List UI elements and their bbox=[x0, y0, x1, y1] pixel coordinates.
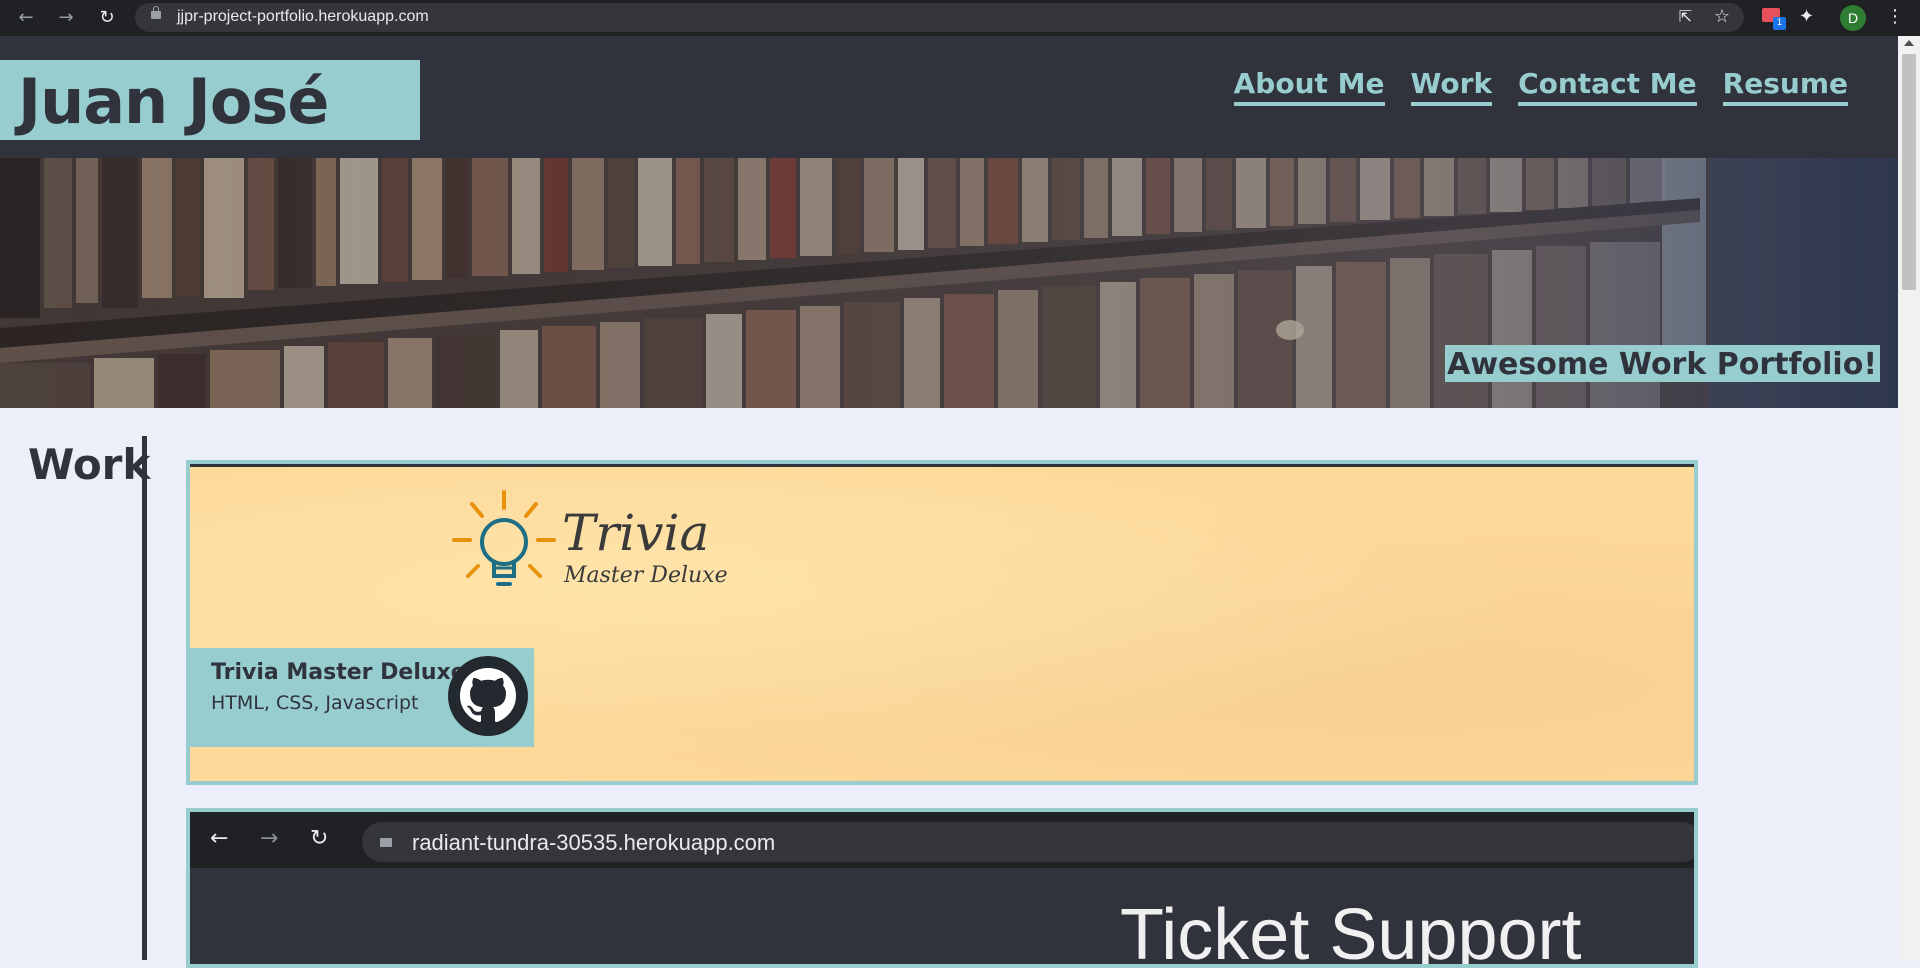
browser-toolbar: ← → ↻ jjpr-project-portfolio.herokuapp.c… bbox=[0, 0, 1920, 36]
extension-badge: 1 bbox=[1773, 17, 1786, 30]
preview-address-bar: radiant-tundra-30535.herokuapp.com bbox=[362, 822, 1694, 862]
star-icon[interactable]: ☆ bbox=[1714, 6, 1730, 27]
trivia-logo: Trivia Master Deluxe bbox=[452, 490, 728, 588]
hero-banner: Awesome Work Portfolio! bbox=[0, 158, 1898, 408]
site-header: Juan José Paz About Me Work Contact Me R… bbox=[0, 36, 1898, 211]
project-card-ticket-support[interactable]: ← → ↻ radiant-tundra-30535.herokuapp.com… bbox=[186, 808, 1698, 968]
project-tech: HTML, CSS, Javascript bbox=[211, 692, 419, 714]
lightbulb-icon bbox=[452, 490, 556, 586]
profile-avatar[interactable]: D bbox=[1840, 5, 1866, 31]
puzzle-icon[interactable]: ✦ bbox=[1799, 6, 1814, 27]
page-scrollbar[interactable] bbox=[1898, 36, 1920, 960]
work-section-title: Work bbox=[28, 440, 151, 489]
nav-link-contact[interactable]: Contact Me bbox=[1518, 66, 1697, 106]
preview-browser-toolbar: ← → ↻ radiant-tundra-30535.herokuapp.com bbox=[190, 812, 1694, 868]
forward-icon[interactable]: → bbox=[54, 6, 78, 30]
nav-link-resume[interactable]: Resume bbox=[1722, 66, 1848, 106]
extension-icon[interactable]: 1 bbox=[1762, 8, 1786, 30]
share-icon[interactable]: ⇱ bbox=[1679, 7, 1692, 26]
project-card-trivia[interactable]: Trivia Master Deluxe Trivia Master Delux… bbox=[186, 460, 1698, 785]
preview-back-icon: ← bbox=[210, 826, 229, 851]
preview-reload-icon: ↻ bbox=[310, 826, 329, 851]
preview-title: Ticket Support bbox=[1120, 895, 1582, 968]
back-icon[interactable]: ← bbox=[14, 6, 38, 30]
hero-tagline: Awesome Work Portfolio! bbox=[1445, 345, 1880, 382]
nav-link-about[interactable]: About Me bbox=[1233, 66, 1385, 106]
preview-forward-icon: → bbox=[260, 826, 279, 851]
reload-icon[interactable]: ↻ bbox=[95, 6, 119, 30]
work-section-divider bbox=[142, 436, 147, 960]
site-brand: Juan José Paz bbox=[0, 60, 420, 211]
trivia-logo-title: Trivia bbox=[562, 504, 709, 562]
nav-link-work[interactable]: Work bbox=[1410, 66, 1493, 106]
address-bar[interactable]: jjpr-project-portfolio.herokuapp.com ⇱ ☆ bbox=[135, 3, 1744, 32]
project-info-panel: Trivia Master Deluxe HTML, CSS, Javascri… bbox=[190, 648, 534, 747]
lock-icon[interactable] bbox=[151, 6, 161, 19]
scrollbar-thumb[interactable] bbox=[1902, 54, 1916, 290]
trivia-logo-subtitle: Master Deluxe bbox=[563, 563, 728, 588]
main-nav: About Me Work Contact Me Resume bbox=[1233, 66, 1848, 106]
preview-url: radiant-tundra-30535.herokuapp.com bbox=[412, 830, 776, 855]
card-top-border bbox=[190, 464, 1694, 467]
preview-lock-icon bbox=[380, 838, 392, 847]
kebab-menu-icon[interactable]: ⋮ bbox=[1886, 6, 1904, 27]
scroll-up-arrow-icon[interactable] bbox=[1904, 40, 1914, 46]
address-url[interactable]: jjpr-project-portfolio.herokuapp.com bbox=[177, 8, 429, 26]
project-title: Trivia Master Deluxe bbox=[211, 660, 466, 685]
github-icon[interactable] bbox=[448, 656, 528, 736]
